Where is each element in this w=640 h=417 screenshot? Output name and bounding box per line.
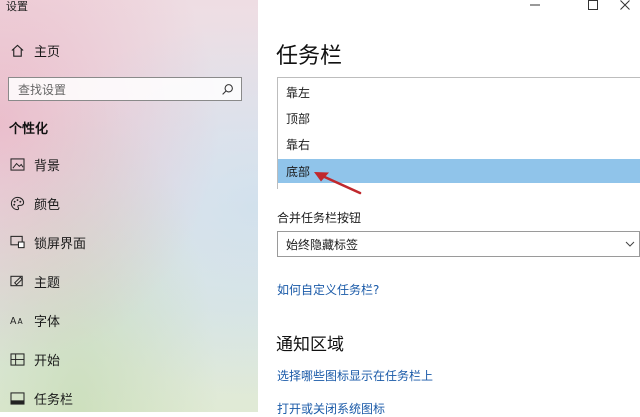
notification-area-title: 通知区域: [276, 335, 344, 355]
system-icons-link[interactable]: 打开或关闭系统图标: [277, 400, 385, 417]
sidebar-item-background[interactable]: 背景: [0, 152, 258, 176]
svg-text:A: A: [10, 316, 17, 327]
taskbar-icon: [9, 390, 25, 406]
sidebar-section-personalization: 个性化: [9, 122, 49, 137]
sidebar-item-home[interactable]: 主页: [0, 38, 258, 62]
option-label: 靠右: [286, 137, 311, 152]
option-label: 底部: [286, 164, 311, 179]
lock-screen-icon: [9, 234, 25, 250]
minimize-button[interactable]: [518, 0, 552, 13]
sidebar-item-label: 主题: [34, 275, 61, 291]
sidebar-item-fonts[interactable]: AA 字体: [0, 308, 258, 332]
combine-buttons-select[interactable]: 始终隐藏标签: [277, 231, 640, 257]
chevron-down-icon: [623, 237, 637, 251]
sidebar-item-label: 背景: [34, 158, 61, 174]
minimize-icon: [530, 4, 540, 6]
search-placeholder: 查找设置: [18, 82, 67, 97]
page-title: 任务栏: [276, 44, 343, 69]
option-label: 靠左: [286, 85, 311, 100]
maximize-button[interactable]: [576, 0, 610, 13]
palette-icon: [9, 195, 25, 211]
search-icon[interactable]: [219, 81, 235, 97]
picture-icon: [9, 156, 25, 172]
position-option-left[interactable]: 靠左: [278, 80, 640, 104]
start-icon: [9, 351, 25, 367]
select-taskbar-icons-link[interactable]: 选择哪些图标显示在任务栏上: [277, 367, 433, 384]
font-icon: AA: [9, 312, 25, 328]
sidebar-item-colors[interactable]: 颜色: [0, 191, 258, 215]
sidebar-item-themes[interactable]: 主题: [0, 269, 258, 293]
close-button[interactable]: [608, 0, 640, 13]
sidebar-item-taskbar[interactable]: 任务栏: [0, 386, 258, 410]
sidebar-item-lock-screen[interactable]: 锁屏界面: [0, 230, 258, 254]
sidebar-item-label: 主页: [34, 44, 61, 60]
main-pane: 任务栏 靠左 顶部 靠右 底部 合并任务栏按钮 始终隐藏标签 如何自定义任务栏?…: [258, 0, 640, 416]
svg-text:A: A: [17, 317, 23, 326]
sidebar-item-start[interactable]: 开始: [0, 347, 258, 371]
position-option-right[interactable]: 靠右: [278, 132, 640, 156]
theme-icon: [9, 273, 25, 289]
sidebar: 设置 主页 查找设置 个性化 背景 颜色 锁屏界面 主题 A A 字体 开始 任…: [0, 0, 258, 412]
option-label: 顶部: [286, 111, 311, 126]
sidebar-item-label: 字体: [34, 314, 61, 330]
customize-taskbar-link[interactable]: 如何自定义任务栏?: [277, 281, 379, 298]
close-icon: [620, 0, 630, 10]
sidebar-item-label: 任务栏: [34, 392, 74, 408]
combine-buttons-value: 始终隐藏标签: [286, 237, 359, 252]
combine-buttons-label: 合并任务栏按钮: [277, 211, 362, 225]
sidebar-item-label: 颜色: [34, 197, 61, 213]
sidebar-item-label: 锁屏界面: [34, 236, 87, 252]
window-title: 设置: [6, 0, 28, 13]
sidebar-item-label: 开始: [34, 353, 61, 369]
annotation-arrow-icon: [314, 172, 362, 195]
position-option-top[interactable]: 顶部: [278, 106, 640, 130]
home-icon: [9, 42, 25, 58]
maximize-icon: [588, 0, 598, 10]
search-input[interactable]: 查找设置: [8, 77, 242, 101]
